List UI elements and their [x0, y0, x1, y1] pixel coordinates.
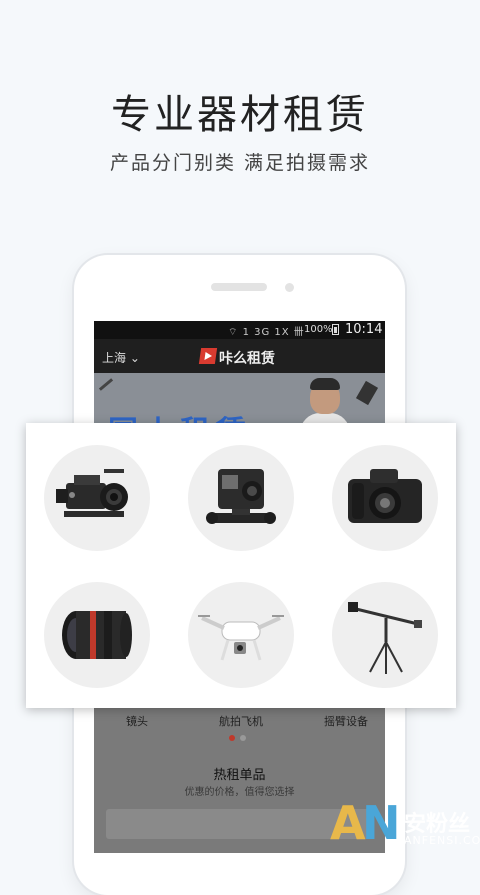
category-label-jib[interactable]: 摇臂设备: [324, 713, 368, 729]
city-label: 上海: [102, 351, 127, 365]
app-title: 咔么租赁: [219, 351, 275, 367]
dslr-camera-icon: [348, 469, 422, 523]
action-camera-icon: [206, 469, 276, 524]
city-selector[interactable]: 上海 ⌄: [102, 349, 140, 366]
phone-speaker: [211, 283, 267, 291]
watermark-letter-n: N: [362, 796, 401, 850]
category-cinema-camera[interactable]: [44, 445, 150, 551]
battery-icon: [332, 324, 339, 335]
category-drone[interactable]: [188, 582, 294, 688]
headline: 专业器材租赁: [111, 92, 369, 138]
category-labels: 镜头 航拍飞机 摇臂设备: [94, 707, 385, 729]
category-action-camera[interactable]: [188, 445, 294, 551]
banner-clip-decoration: [98, 378, 114, 391]
category-label-drone[interactable]: 航拍飞机: [219, 713, 263, 729]
banner-device-image: [355, 380, 379, 406]
status-time: 10:14: [345, 322, 383, 337]
drone-icon: [198, 615, 284, 661]
cinema-camera-icon: [56, 469, 128, 517]
category-camera-jib[interactable]: [332, 582, 438, 688]
camera-jib-icon: [348, 602, 422, 674]
phone-camera: [285, 283, 294, 292]
lens-icon: [62, 611, 132, 659]
battery-percent: 100%: [304, 324, 333, 335]
category-dslr-camera[interactable]: [332, 445, 438, 551]
subline: 产品分门别类 满足拍摄需求: [109, 152, 371, 174]
chevron-down-icon: ⌄: [129, 351, 140, 365]
hot-section-title: 热租单品: [213, 768, 266, 783]
pager-dot-active[interactable]: [229, 735, 235, 741]
status-bar: ⌔ 1 3G 1X 卌 100% 10:14: [94, 321, 385, 339]
category-label-lens[interactable]: 镜头: [126, 713, 148, 729]
status-icons: ⌔ 1 3G 1X 卌: [228, 327, 305, 338]
watermark-letter-a: A: [330, 796, 366, 850]
category-popup-card: [26, 423, 456, 708]
banner-person-image: [310, 378, 340, 414]
pager-dot[interactable]: [240, 735, 246, 741]
app-logo-icon: [198, 348, 218, 364]
app-bar: 上海 ⌄ 咔么租赁: [94, 339, 385, 373]
category-lens[interactable]: [44, 582, 150, 688]
watermark-url: ANFENSI.COM: [404, 834, 480, 847]
